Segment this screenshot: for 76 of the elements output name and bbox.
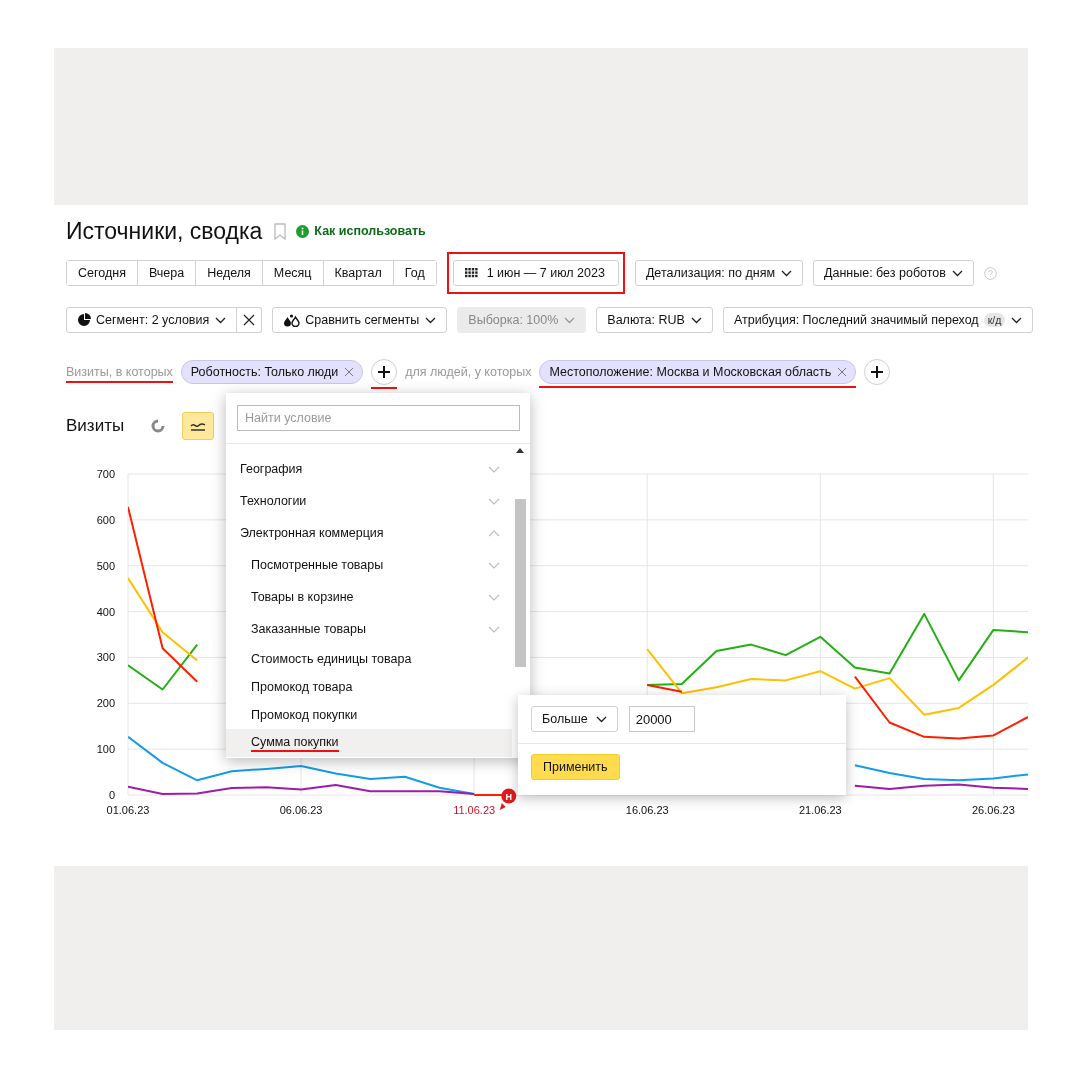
chevron-down-icon: [690, 316, 702, 324]
chevron-down-icon: [1011, 316, 1023, 324]
dropdown-button[interactable]: Атрибуция: Последний значимый переход к/д: [722, 307, 1034, 333]
axis-label: 0: [108, 789, 115, 801]
chevron-down-icon: [781, 269, 792, 277]
model-badge: к/д: [983, 313, 1006, 327]
axis-label: 600: [96, 513, 115, 526]
chart-title: Визиты: [66, 416, 125, 436]
chevron-down-icon: [215, 316, 227, 324]
scroll-up-icon[interactable]: [516, 448, 524, 453]
axis-label: 11.06.23: [453, 804, 496, 816]
chevron-down-icon: [488, 625, 500, 633]
menu-item[interactable]: Промокод покупки: [226, 701, 512, 729]
help-link[interactable]: Как использовать: [296, 224, 426, 238]
axis-label: 100: [96, 743, 115, 756]
filter-chip[interactable]: Роботность: Только люди: [180, 360, 364, 384]
chevron-down-icon: [595, 715, 607, 723]
value-field[interactable]: 20000: [628, 706, 695, 732]
chevron-up-icon: [488, 529, 500, 537]
dropdown-button[interactable]: Валюта: RUB: [596, 307, 713, 333]
filter-label: для людей, у которых: [405, 365, 532, 379]
bookmark-icon[interactable]: [274, 222, 287, 240]
add-condition-button[interactable]: [864, 359, 891, 385]
chevron-down-icon: [951, 269, 963, 277]
axis-label: 21.06.23: [798, 804, 842, 816]
plus-icon: [378, 366, 391, 378]
annotation: Н: [505, 791, 513, 802]
apply-button[interactable]: Применить: [531, 754, 620, 780]
drops-icon: [283, 313, 301, 327]
operator-dropdown[interactable]: Больше: [531, 706, 618, 732]
close-icon[interactable]: [344, 367, 355, 377]
filter-chip[interactable]: Местоположение: Москва и Московская область: [539, 360, 857, 384]
search-field[interactable]: Найти условие: [237, 405, 520, 431]
date-range-button[interactable]: 1 июн — 7 июл 2023: [452, 260, 619, 286]
chevron-down-icon: [425, 316, 437, 324]
close-icon: [243, 314, 256, 326]
menu-item[interactable]: Промокод товара: [226, 673, 512, 701]
page-title: Источники, сводка: [66, 217, 263, 245]
period-button[interactable]: Год: [392, 261, 436, 285]
menu-item[interactable]: География: [226, 453, 512, 485]
pie-icon: [77, 313, 91, 327]
pie-chart-icon: [151, 419, 166, 433]
chevron-down-icon: [488, 561, 500, 569]
add-condition-button[interactable]: [371, 359, 398, 385]
close-icon[interactable]: [837, 367, 848, 377]
chevron-down-icon: [564, 316, 576, 324]
calendar-icon: [464, 268, 478, 278]
axis-label: 700: [96, 468, 115, 480]
chevron-down-icon: [488, 497, 500, 505]
axis-label: 16.06.23: [625, 804, 669, 816]
plus-icon: [871, 366, 884, 378]
menu-item[interactable]: Стоимость единицы товара: [226, 645, 512, 673]
clear-segment-button[interactable]: [237, 307, 263, 333]
chevron-down-icon: [488, 593, 500, 601]
menu-item[interactable]: Товары в корзине: [226, 581, 512, 613]
axis-label: 300: [96, 651, 115, 664]
segment-button[interactable]: Сегмент: 2 условия: [66, 307, 238, 333]
filter-label: Визиты, в которых: [66, 365, 173, 379]
menu-item[interactable]: Посмотренные товары: [226, 549, 512, 581]
menu-item[interactable]: Заказанные товары: [226, 613, 512, 645]
axis-label: 200: [96, 697, 115, 710]
dropdown-button[interactable]: Данные: без роботов: [813, 260, 974, 286]
menu-item[interactable]: Технологии: [226, 485, 512, 517]
axis-label: 400: [96, 605, 115, 618]
line-chart-button[interactable]: [182, 412, 215, 440]
axis-label: 01.06.23: [106, 804, 150, 816]
axis-label: 06.06.23: [279, 804, 323, 816]
axis-label: 500: [96, 559, 115, 572]
line-chart-icon: [190, 420, 207, 432]
menu-item[interactable]: Электронная коммерция: [226, 517, 512, 549]
axis-label: 26.06.23: [971, 804, 1015, 816]
info-icon: [296, 224, 310, 238]
chevron-down-icon: [488, 465, 500, 473]
menu-item[interactable]: Сумма покупки: [226, 729, 512, 757]
dropdown-button[interactable]: Сравнить сегменты: [272, 307, 448, 333]
dropdown-button[interactable]: Детализация: по дням: [634, 260, 803, 286]
